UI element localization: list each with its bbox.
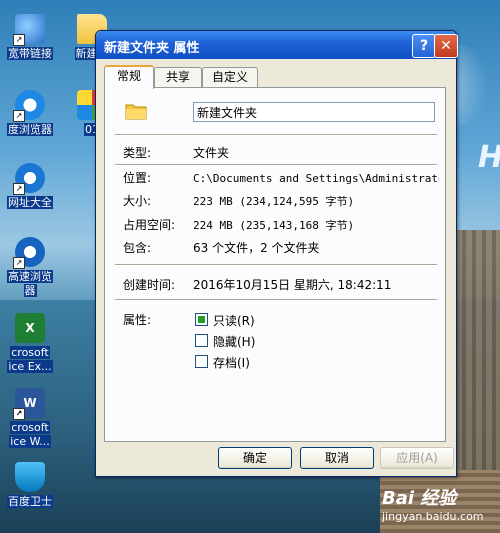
archive-label: 存档(I) [213, 356, 250, 370]
location-label: 位置: [123, 171, 152, 185]
checkbox-box[interactable] [195, 334, 208, 347]
desktop-icon-excel[interactable]: X crosoft ice Ex... [0, 313, 60, 373]
attributes-label: 属性: [123, 313, 152, 327]
desktop-icon-baidu-guard[interactable]: 百度卫士 [0, 462, 60, 508]
type-label: 类型: [123, 146, 152, 160]
type-value: 文件夹 [193, 146, 230, 160]
created-label: 创建时间: [123, 278, 176, 292]
divider [115, 264, 437, 266]
tab-sharing[interactable]: 共享 [154, 67, 202, 87]
checkbox-box-checked[interactable] [195, 313, 208, 326]
desktop-icon-label: 宽带链接 [7, 47, 53, 60]
desktop-icon-label: crosoft [10, 346, 50, 359]
pier-railing [452, 230, 500, 490]
location-value: C:\Documents and Settings\Administrator\… [193, 172, 439, 185]
size-label: 大小: [123, 194, 152, 208]
apply-button[interactable]: 应用(A) [380, 447, 454, 469]
word-icon: W ↗ [13, 388, 45, 420]
contains-label: 包含: [123, 241, 152, 255]
contains-value: 63 个文件，2 个文件夹 [193, 241, 320, 255]
general-panel: 新建文件夹 类型: 文件夹 位置: C:\Documents and Setti… [104, 87, 446, 442]
network-icon: ↗ [13, 14, 45, 46]
desktop-icon-label: 百度卫士 [7, 495, 53, 508]
browser-icon: ↗ [13, 90, 45, 122]
excel-icon: X [15, 313, 45, 343]
desktop-icon-label-line2: ice Ex... [7, 360, 53, 373]
hidden-label: 隐藏(H) [213, 335, 256, 349]
desktop-icon-fast-browser[interactable]: ↗ 高速浏览 器 [0, 237, 60, 297]
folder-name-input[interactable]: 新建文件夹 [193, 102, 435, 122]
wallpaper-letter: H [478, 138, 500, 178]
size-value: 223 MB (234,124,595 字节) [193, 195, 355, 208]
close-button[interactable]: ✕ [434, 34, 458, 58]
divider [115, 299, 437, 301]
disk-size-label: 占用空间: [123, 218, 176, 232]
desktop-icon-baidu-browser[interactable]: ↗ 度浏览器 [0, 90, 60, 136]
desktop-icon-broadband[interactable]: ↗ 宽带链接 [0, 14, 60, 60]
tab-general[interactable]: 常规 [104, 65, 154, 89]
title-bar[interactable]: 新建文件夹 属性 ? ✕ [96, 31, 458, 59]
desktop-icon-label-line2: 器 [23, 284, 37, 297]
created-value: 2016年10月15日 星期六, 18:42:11 [193, 278, 392, 292]
watermark-brand: Bai 经验 [382, 488, 457, 509]
window-title: 新建文件夹 属性 [104, 41, 200, 56]
help-button[interactable]: ? [412, 34, 436, 58]
desktop-icon-label: crosoft [10, 421, 50, 434]
folder-icon [125, 104, 147, 120]
ok-button[interactable]: 确定 [218, 447, 292, 469]
properties-dialog: 新建文件夹 属性 ? ✕ 常规 共享 自定义 新建文件夹 类型: 文件夹 位置:… [95, 30, 458, 477]
ie-icon: ↗ [13, 163, 45, 195]
checkbox-box[interactable] [195, 355, 208, 368]
readonly-label: 只读(R) [213, 314, 255, 328]
tab-customize[interactable]: 自定义 [202, 67, 258, 87]
desktop-icon-label: 度浏览器 [7, 123, 53, 136]
cancel-button[interactable]: 取消 [300, 447, 374, 469]
watermark-url: jingyan.baidu.com [382, 510, 484, 523]
shield-icon [15, 462, 45, 492]
browser-icon: ↗ [13, 237, 45, 269]
divider [115, 134, 437, 136]
baidu-jingyan-watermark: Bai 经验 jingyan.baidu.com [382, 484, 500, 533]
desktop-icon-label: 高速浏览 [7, 270, 53, 283]
desktop-icon-url-list[interactable]: ↗ 网址大全 [0, 163, 60, 209]
disk-size-value: 224 MB (235,143,168 字节) [193, 219, 355, 232]
desktop-icon-word[interactable]: W ↗ crosoft ice W... [0, 388, 60, 448]
desktop-icon-label-line2: ice W... [9, 435, 51, 448]
desktop-icon-label: 网址大全 [7, 196, 53, 209]
divider [115, 164, 437, 166]
